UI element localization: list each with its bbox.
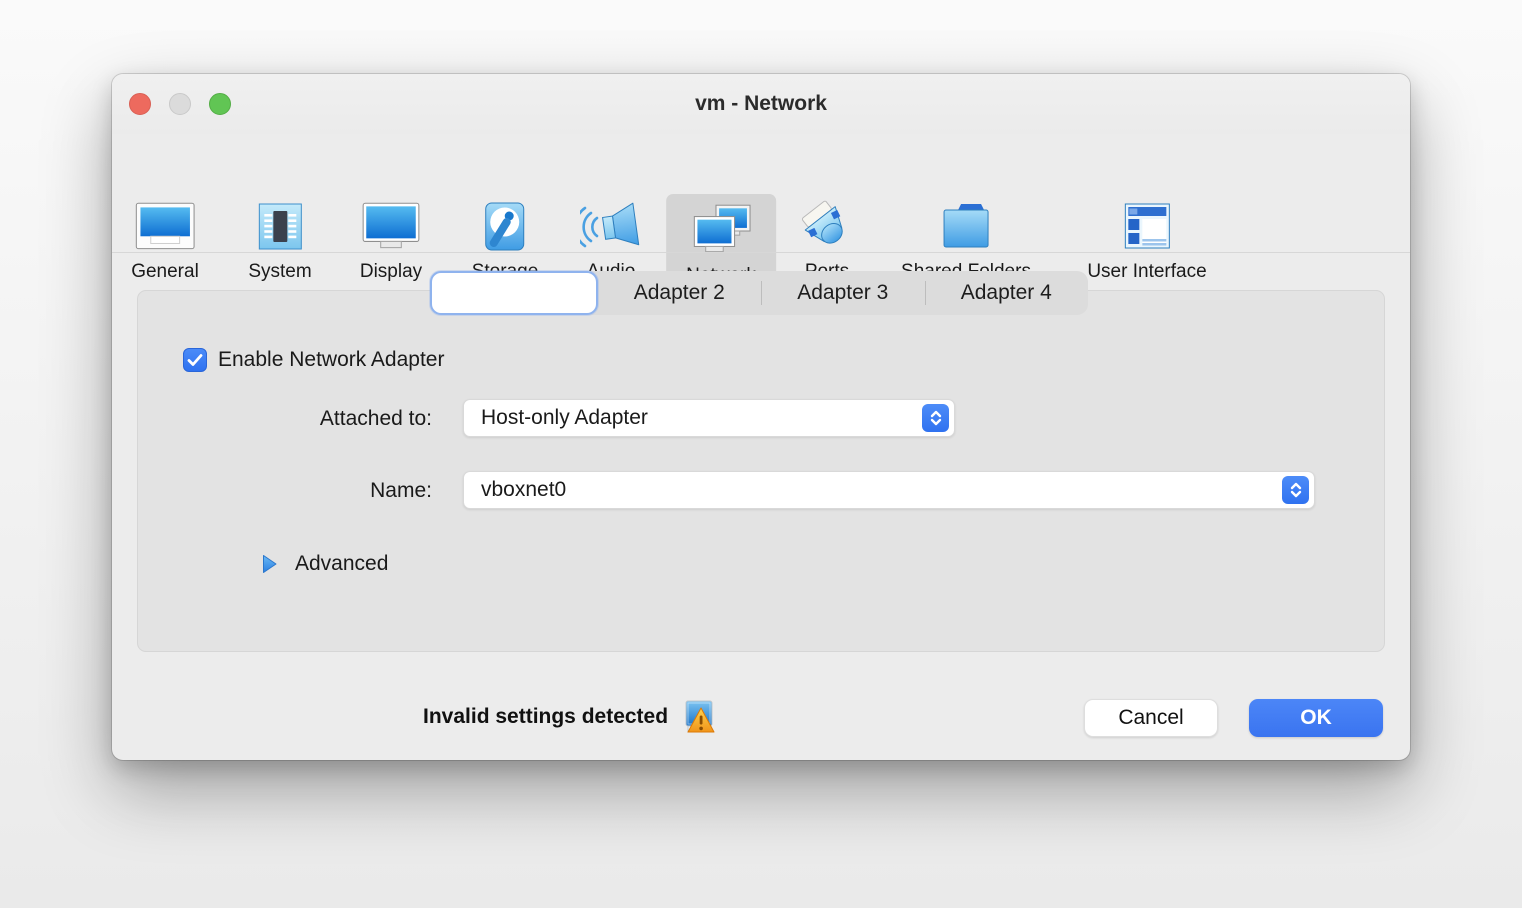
cancel-button[interactable]: Cancel xyxy=(1084,699,1218,737)
toolbar-label: System xyxy=(248,261,311,283)
settings-window: vm - Network General xyxy=(112,74,1410,760)
general-icon xyxy=(132,198,198,256)
enable-adapter-checkbox[interactable] xyxy=(183,348,207,372)
checkmark-icon xyxy=(187,353,203,367)
name-stepper-icon xyxy=(1282,476,1309,504)
status-group: Invalid settings detected xyxy=(423,700,715,734)
close-button[interactable] xyxy=(129,93,151,115)
toolbar-item-user-interface[interactable]: User Interface xyxy=(1087,198,1206,283)
status-text: Invalid settings detected xyxy=(423,705,668,729)
disclosure-triangle-icon xyxy=(262,554,278,574)
advanced-label: Advanced xyxy=(295,552,388,576)
zoom-button[interactable] xyxy=(209,93,231,115)
name-value: vboxnet0 xyxy=(464,478,1314,502)
adapter-tabbar: Adapter 2 Adapter 3 Adapter 4 xyxy=(430,271,1088,315)
name-combobox[interactable]: vboxnet0 xyxy=(463,471,1315,509)
tab-adapter-1[interactable] xyxy=(430,271,598,315)
minimize-button[interactable] xyxy=(169,93,191,115)
display-icon xyxy=(358,198,424,256)
tab-label: Adapter 2 xyxy=(634,281,725,305)
tab-adapter-4[interactable]: Adapter 4 xyxy=(925,271,1089,315)
toolbar-label: User Interface xyxy=(1087,261,1206,283)
toolbar-divider xyxy=(112,252,1410,253)
toolbar-item-display[interactable]: Display xyxy=(358,198,424,283)
audio-icon xyxy=(580,198,642,256)
settings-toolbar: General System xyxy=(112,134,1410,252)
tab-label: Adapter 4 xyxy=(961,281,1052,305)
ports-icon xyxy=(796,198,858,256)
shared-folders-icon xyxy=(935,198,997,256)
toolbar-item-general[interactable]: General xyxy=(131,198,199,283)
ok-button[interactable]: OK xyxy=(1249,699,1383,737)
tab-label: Adapter 3 xyxy=(797,281,888,305)
tab-adapter-3[interactable]: Adapter 3 xyxy=(761,271,925,315)
toolbar-label: General xyxy=(131,261,199,283)
toolbar-label: Display xyxy=(360,261,422,283)
advanced-disclosure[interactable]: Advanced xyxy=(262,552,388,576)
name-label: Name: xyxy=(112,479,432,503)
enable-adapter-label: Enable Network Adapter xyxy=(218,348,444,372)
toolbar-item-system[interactable]: System xyxy=(248,198,311,283)
storage-icon xyxy=(477,198,533,256)
system-icon xyxy=(252,198,308,256)
tab-adapter-2[interactable]: Adapter 2 xyxy=(598,271,762,315)
warning-icon xyxy=(684,700,715,734)
attached-to-value: Host-only Adapter xyxy=(464,406,954,430)
attached-to-select[interactable]: Host-only Adapter xyxy=(463,399,955,437)
enable-adapter-row: Enable Network Adapter xyxy=(183,348,444,372)
attached-to-label: Attached to: xyxy=(112,407,432,431)
attached-to-stepper-icon xyxy=(922,404,949,432)
window-title: vm - Network xyxy=(695,92,827,116)
titlebar: vm - Network xyxy=(112,74,1410,134)
user-interface-icon xyxy=(1117,198,1177,256)
